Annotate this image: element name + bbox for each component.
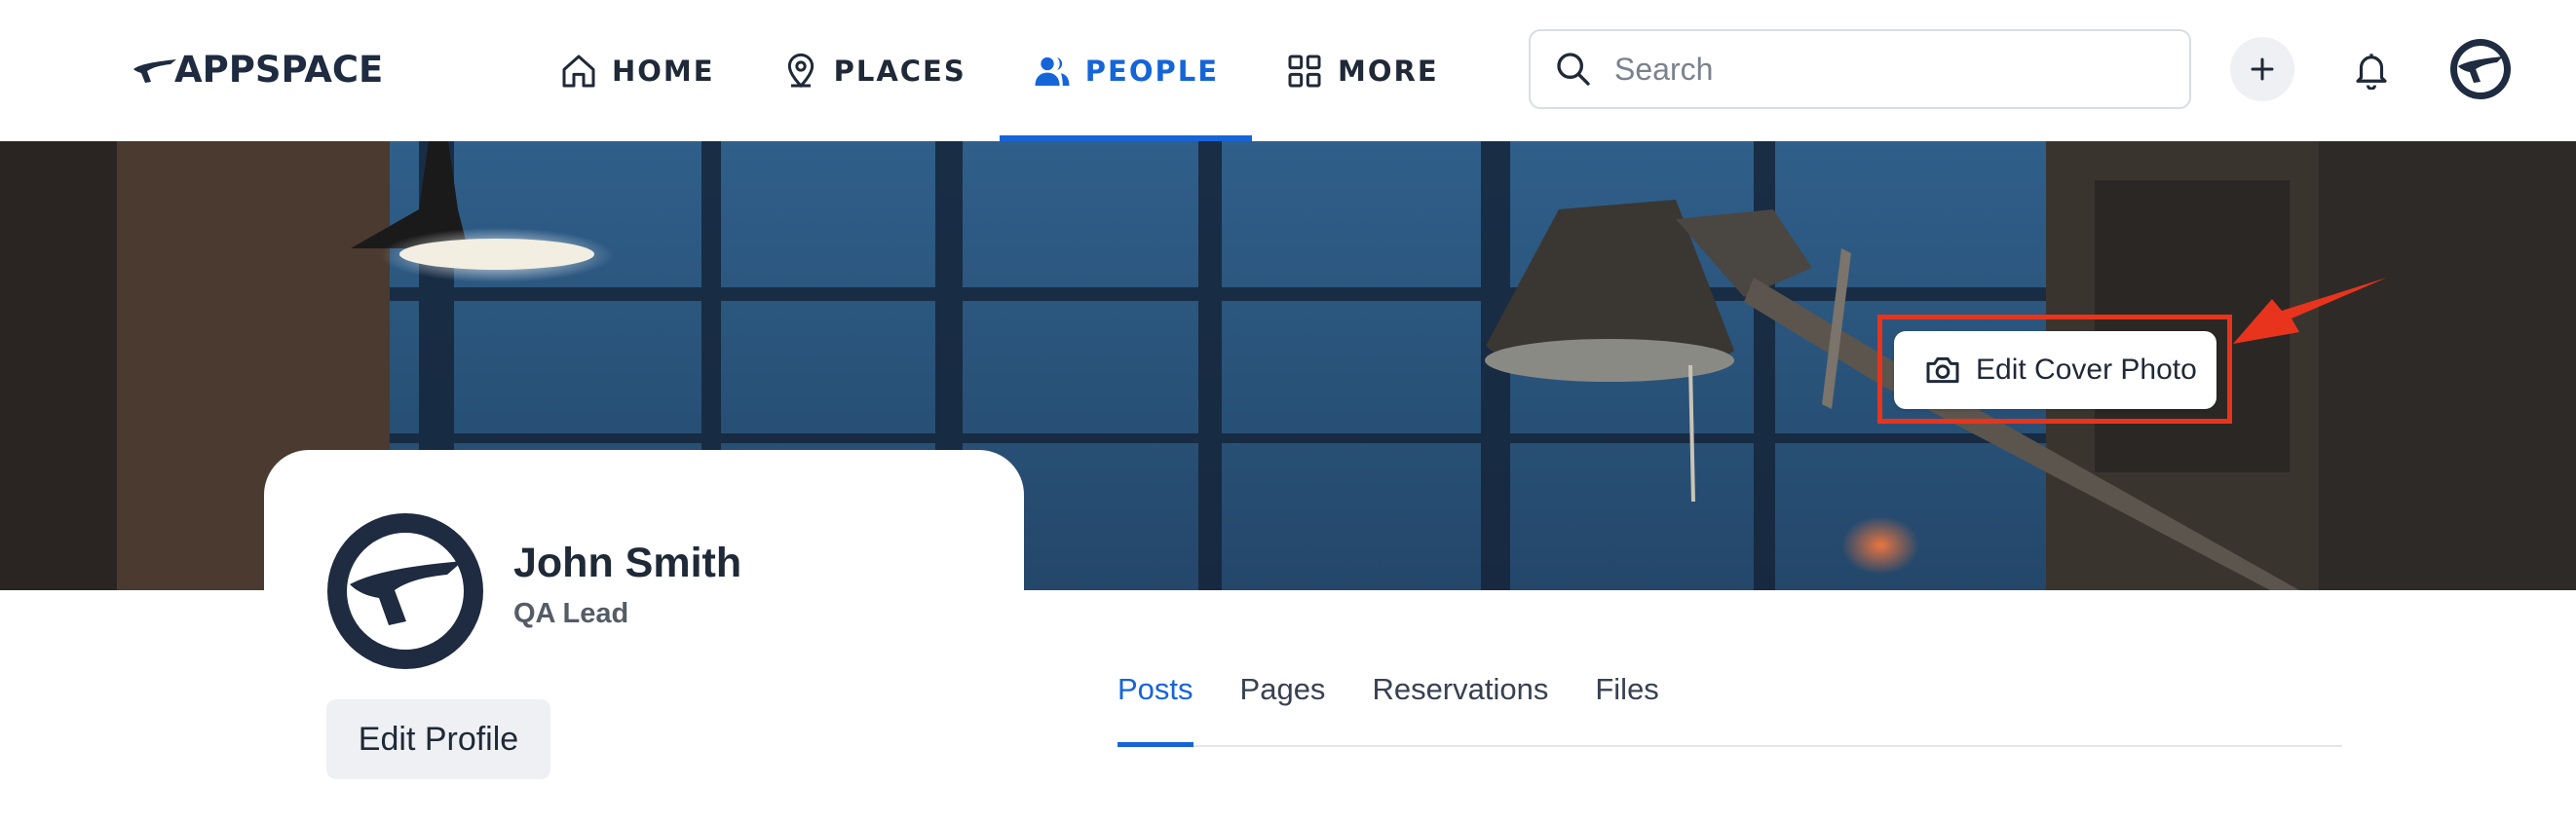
- plus-icon: [2251, 57, 2274, 81]
- nav-label-home: HOME: [612, 54, 715, 88]
- tab-pages[interactable]: Pages: [1240, 653, 1326, 745]
- camera-icon: [1926, 356, 1959, 384]
- grid-icon: [1288, 55, 1321, 87]
- search-box[interactable]: [1529, 29, 2191, 109]
- appspace-swoosh-icon: [133, 59, 176, 83]
- top-navigation-bar: APPSPACE HOME PLACES PEOPLE MORE Search: [0, 0, 2576, 141]
- nav-label-more: MORE: [1338, 54, 1439, 88]
- edit-cover-photo-label: Edit Cover Photo: [1976, 354, 2197, 386]
- tab-posts[interactable]: Posts: [1118, 653, 1193, 747]
- home-icon: [562, 55, 595, 87]
- nav-item-more[interactable]: MORE: [1252, 0, 1472, 141]
- nav-label-places: PLACES: [833, 54, 966, 88]
- edit-profile-button[interactable]: Edit Profile: [326, 699, 550, 779]
- profile-name: John Smith: [513, 540, 742, 586]
- people-icon: [1035, 56, 1070, 86]
- search-icon: [1557, 53, 1590, 86]
- profile-card: John Smith QA Lead Edit Profile: [264, 450, 1024, 822]
- profile-role: QA Lead: [513, 598, 629, 629]
- brand-name: APPSPACE: [174, 49, 384, 91]
- primary-nav: HOME PLACES PEOPLE MORE: [526, 0, 1472, 141]
- nav-item-places[interactable]: PLACES: [748, 0, 1000, 141]
- location-pin-icon: [787, 53, 814, 88]
- add-button[interactable]: [2230, 37, 2294, 101]
- profile-tabs: Posts Pages Reservations Files: [1118, 653, 2342, 747]
- tab-files[interactable]: Files: [1595, 653, 1658, 745]
- notifications-button[interactable]: [2339, 37, 2404, 101]
- bell-icon: [2356, 54, 2387, 90]
- nav-label-people: PEOPLE: [1084, 54, 1220, 88]
- nav-item-people[interactable]: PEOPLE: [999, 0, 1253, 141]
- nav-item-home[interactable]: HOME: [526, 0, 748, 141]
- search-input[interactable]: [1614, 51, 2160, 88]
- appspace-logo[interactable]: APPSPACE: [132, 51, 383, 90]
- user-avatar[interactable]: [2448, 37, 2513, 101]
- profile-avatar[interactable]: [326, 512, 484, 670]
- edit-cover-photo-button[interactable]: Edit Cover Photo: [1894, 331, 2216, 409]
- annotation-arrow-icon: [2233, 278, 2387, 344]
- tab-reservations[interactable]: Reservations: [1372, 653, 1548, 745]
